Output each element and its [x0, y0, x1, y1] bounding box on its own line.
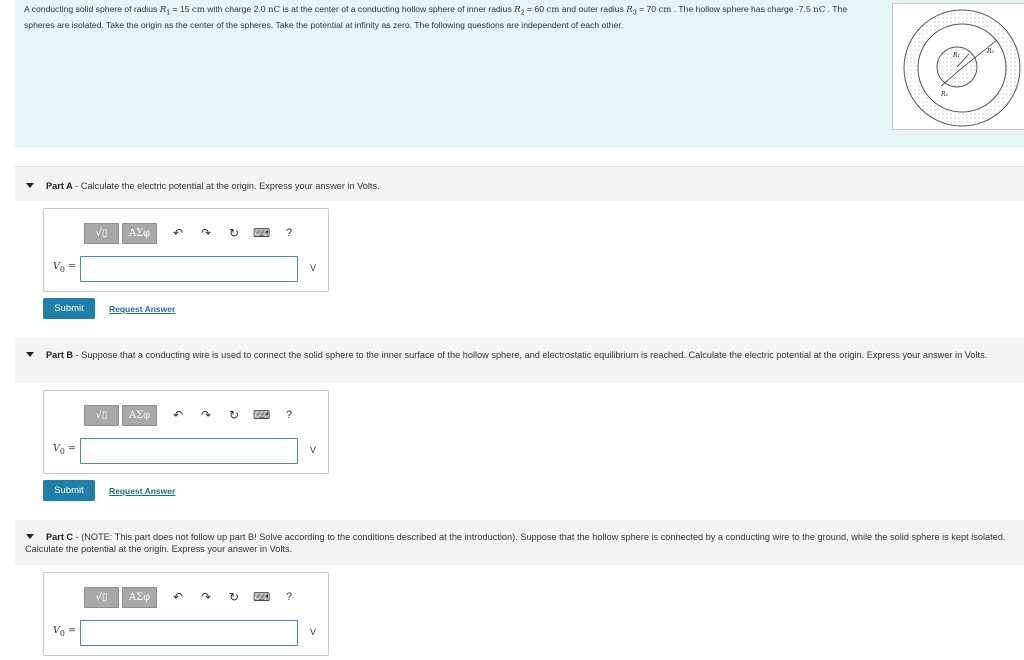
- keyboard-icon[interactable]: ⌨: [253, 407, 270, 423]
- keyboard-icon[interactable]: ⌨: [253, 225, 270, 241]
- templates-icon: √▯: [95, 228, 108, 239]
- intro-text-3: with charge 2.0: [204, 4, 268, 14]
- equals-sign: =: [64, 443, 76, 454]
- spheres-figure: R₁ R₃ R₂: [892, 3, 1024, 130]
- intro-text-8: . The hollow sphere has charge -7.5: [671, 4, 814, 14]
- greek-symbols-button[interactable]: ΑΣφ: [122, 587, 157, 608]
- redo-icon[interactable]: ↷: [198, 589, 214, 605]
- unit-nc: nC: [813, 5, 826, 15]
- part-b-label: Part B: [46, 350, 74, 360]
- unit-cm: cm: [546, 5, 560, 15]
- part-b-answer-box: √▯ ΑΣφ ↶ ↷ ↻ ⌨ ? V0 = V: [43, 390, 329, 474]
- part-c-label: Part C: [46, 532, 74, 542]
- part-c-header[interactable]: Part C - (NOTE: This part does not follo…: [15, 520, 1024, 565]
- answer-variable-label: V0 =: [53, 261, 76, 274]
- intro-text-2: = 15: [170, 4, 192, 14]
- redo-icon[interactable]: ↷: [198, 407, 214, 423]
- part-b-text: - Suppose that a conducting wire is used…: [73, 350, 988, 360]
- part-a-prompt: Part A - Calculate the electric potentia…: [25, 180, 1012, 192]
- part-b-answer-input[interactable]: [80, 438, 298, 464]
- templates-button[interactable]: √▯: [84, 405, 119, 426]
- label-r2: R₂: [940, 91, 949, 98]
- intro-text-6: and outer radius: [559, 4, 627, 14]
- greek-icon: ΑΣφ: [128, 592, 151, 603]
- part-a-submit-button[interactable]: Submit: [43, 298, 95, 319]
- label-r3: R₃: [986, 48, 995, 55]
- part-b-submit-button[interactable]: Submit: [43, 480, 95, 501]
- intro-text-5: = 60: [524, 4, 547, 14]
- help-icon[interactable]: ?: [281, 589, 297, 605]
- unit-cm: cm: [191, 5, 205, 15]
- part-b-header[interactable]: Part B - Suppose that a conducting wire …: [15, 338, 1024, 383]
- templates-icon: √▯: [95, 592, 108, 603]
- reset-icon[interactable]: ↻: [226, 407, 242, 423]
- part-c-text: - (NOTE: This part does not follow up pa…: [25, 532, 1006, 554]
- undo-icon[interactable]: ↶: [170, 225, 186, 241]
- greek-symbols-button[interactable]: ΑΣφ: [122, 223, 157, 244]
- part-a-answer-input[interactable]: [80, 256, 298, 282]
- part-a-label: Part A: [46, 181, 73, 191]
- reset-icon[interactable]: ↻: [226, 589, 242, 605]
- undo-icon[interactable]: ↶: [170, 407, 186, 423]
- unit-cm: cm: [658, 5, 672, 15]
- intro-text-1: A conducting solid sphere of radius: [24, 4, 160, 14]
- part-c-answer-input[interactable]: [80, 620, 298, 646]
- help-icon[interactable]: ?: [281, 225, 297, 241]
- unit-nc: nC: [267, 5, 281, 15]
- answer-variable-label: V0 =: [53, 625, 76, 638]
- intro-text-4: is at the center of a conducting hollow …: [280, 4, 515, 14]
- templates-button[interactable]: √▯: [84, 223, 119, 244]
- unit-label: V: [310, 627, 317, 637]
- part-b-request-answer-link[interactable]: Request Answer: [109, 486, 175, 496]
- keyboard-icon[interactable]: ⌨: [253, 589, 270, 605]
- templates-button[interactable]: √▯: [84, 587, 119, 608]
- part-c-answer-box: √▯ ΑΣφ ↶ ↷ ↻ ⌨ ? V0 = V: [43, 572, 329, 656]
- part-a-request-answer-link[interactable]: Request Answer: [109, 304, 175, 314]
- redo-icon[interactable]: ↷: [198, 225, 214, 241]
- problem-statement: A conducting solid sphere of radius R1 =…: [24, 3, 874, 31]
- part-a-answer-box: √▯ ΑΣφ ↶ ↷ ↻ ⌨ ? V0 = V: [43, 208, 329, 292]
- intro-text-7: = 70: [636, 4, 659, 14]
- spheres-diagram: R₁ R₃ R₂: [903, 9, 1021, 127]
- unit-label: V: [310, 263, 317, 273]
- variable-symbol: V: [53, 443, 60, 454]
- equals-sign: =: [64, 625, 76, 636]
- part-b-prompt: Part B - Suppose that a conducting wire …: [25, 349, 1012, 361]
- help-icon[interactable]: ?: [281, 407, 297, 423]
- answer-variable-label: V0 =: [53, 443, 76, 456]
- part-c-prompt: Part C - (NOTE: This part does not follo…: [25, 531, 1012, 555]
- templates-icon: √▯: [95, 410, 108, 421]
- greek-icon: ΑΣφ: [128, 410, 151, 421]
- undo-icon[interactable]: ↶: [170, 589, 186, 605]
- variable-symbol: V: [53, 261, 60, 272]
- variable-symbol: V: [53, 625, 60, 636]
- part-a-text: - Calculate the electric potential at th…: [72, 181, 380, 191]
- greek-icon: ΑΣφ: [128, 228, 151, 239]
- reset-icon[interactable]: ↻: [226, 225, 242, 241]
- label-r1: R₁: [952, 52, 960, 59]
- unit-label: V: [310, 445, 317, 455]
- problem-intro: A conducting solid sphere of radius R1 =…: [15, 0, 1024, 148]
- equals-sign: =: [64, 261, 76, 272]
- greek-symbols-button[interactable]: ΑΣφ: [122, 405, 157, 426]
- part-a-header[interactable]: Part A - Calculate the electric potentia…: [15, 166, 1024, 201]
